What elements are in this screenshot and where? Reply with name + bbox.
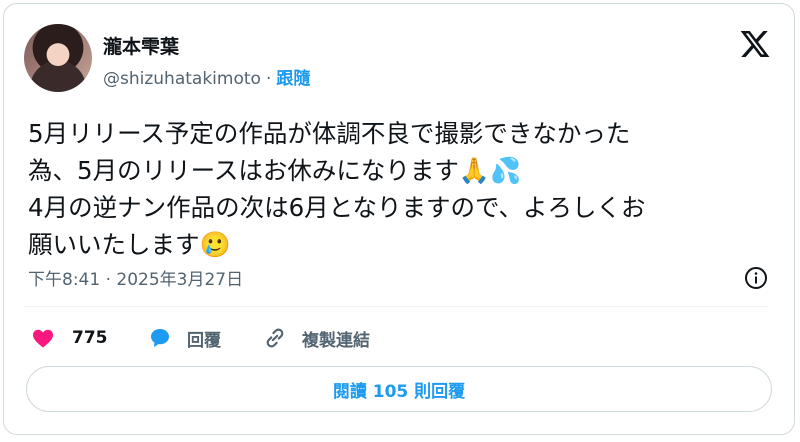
- copy-link-button[interactable]: 複製連結: [262, 322, 370, 354]
- tweet-time[interactable]: 下午8:41: [28, 270, 100, 290]
- tweet-line-2: 為、5月のリリースはお休みになります: [28, 156, 459, 185]
- tear-smile-emoji: 🥲: [199, 230, 231, 259]
- tweet-line-3: 4月の逆ナン作品の次は6月となりますので、よろしくお: [28, 193, 646, 222]
- author-handle[interactable]: @shizuhatakimoto: [103, 69, 261, 89]
- separator-dot: ·: [265, 69, 272, 89]
- meta-separator: ·: [105, 270, 111, 290]
- heart-icon: [33, 329, 53, 348]
- tweet-line-1: 5月リリース予定の作品が体調不良で撮影できなかった: [28, 119, 631, 148]
- divider: [24, 306, 768, 307]
- tweet-text: 5月リリース予定の作品が体調不良で撮影できなかった 為、5月のリリースはお休みに…: [28, 115, 768, 263]
- x-logo-icon[interactable]: [739, 28, 771, 60]
- copy-link-label: 複製連結: [302, 330, 370, 351]
- reply-button[interactable]: 回覆: [147, 322, 221, 354]
- reply-label: 回覆: [187, 330, 221, 351]
- pray-sweat-emoji: 🙏💦: [458, 156, 522, 185]
- follow-link[interactable]: 跟隨: [276, 69, 310, 89]
- author-handle-row: @shizuhatakimoto · 跟隨: [103, 64, 310, 89]
- like-count: 775: [72, 328, 108, 348]
- tweet-meta: 下午8:41 · 2025年3月27日: [28, 265, 243, 290]
- avatar[interactable]: [24, 24, 92, 92]
- link-icon: [266, 328, 284, 348]
- reply-bubble-icon: [151, 329, 169, 347]
- author-name[interactable]: 瀧本雫葉: [103, 32, 179, 59]
- tweet-date[interactable]: 2025年3月27日: [116, 270, 243, 290]
- info-icon[interactable]: [744, 266, 768, 290]
- like-button[interactable]: 775: [30, 322, 108, 354]
- tweet-line-4: 願いいたします: [28, 230, 200, 259]
- read-replies-button[interactable]: 閱讀 105 則回覆: [26, 366, 772, 412]
